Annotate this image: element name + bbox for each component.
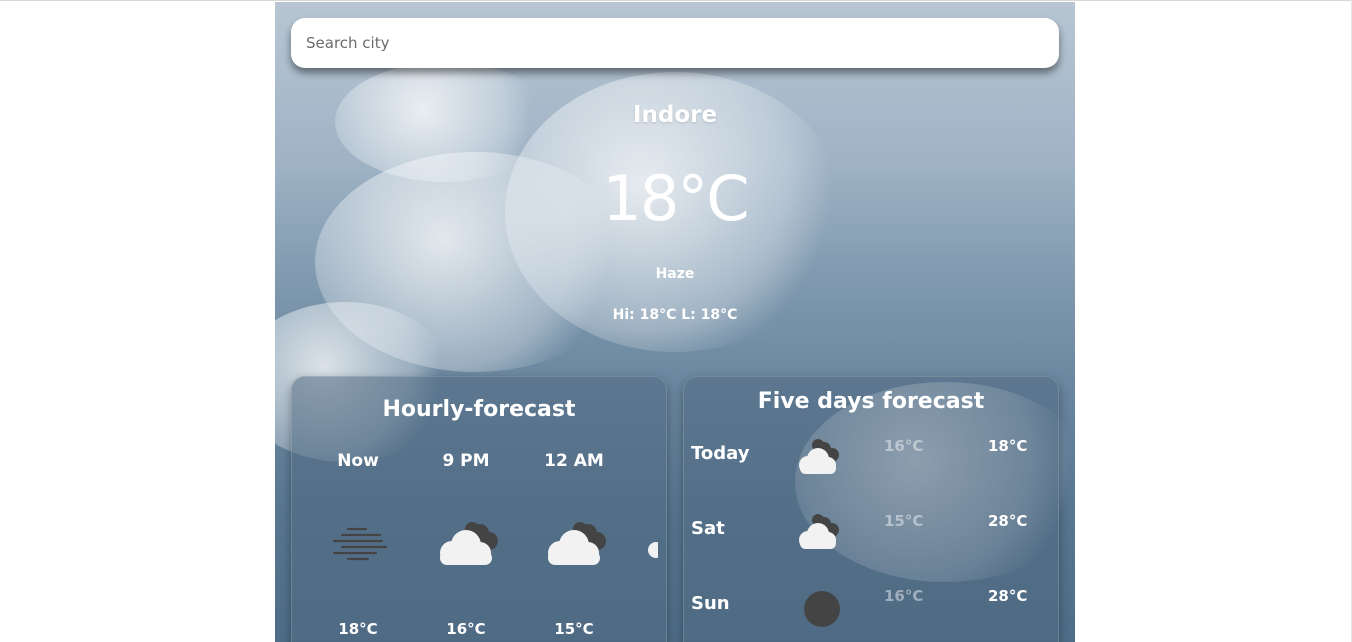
- daily-row: Today 16°C 18°C: [684, 437, 1058, 493]
- search-input[interactable]: [291, 18, 1061, 68]
- hour-temperature: 18°C: [338, 620, 378, 638]
- hour-temperature: 16°C: [446, 620, 486, 638]
- daily-row: Sun 16°C 28°C: [684, 587, 1058, 642]
- hourly-forecast-panel: Hourly-forecast Now 18°C 9 PM 16°C 12 AM…: [291, 376, 667, 642]
- day-high-temp: 28°C: [988, 587, 1028, 605]
- day-low-temp: 16°C: [884, 437, 924, 455]
- current-temperature: 18°C: [602, 162, 749, 235]
- day-name: Sun: [691, 593, 730, 614]
- hi-lo-temperature: Hi: 18°C L: 18°C: [612, 307, 738, 323]
- cloudy-icon: [788, 506, 848, 556]
- hour-time: 9 PM: [442, 451, 490, 471]
- top-border: [0, 0, 1352, 1]
- hour-temperature: 15°C: [554, 620, 594, 638]
- day-low-temp: 15°C: [884, 512, 924, 530]
- hour-time: Now: [337, 451, 379, 471]
- cloudy-night-icon: [520, 517, 628, 567]
- five-days-forecast-title: Five days forecast: [757, 389, 985, 414]
- cloudy-night-icon: [412, 517, 520, 567]
- moon-icon: [788, 581, 848, 631]
- day-name: Sat: [691, 518, 725, 539]
- daily-row: Sat 15°C 28°C: [684, 512, 1058, 568]
- search-box: [291, 18, 1061, 68]
- day-name: Today: [691, 443, 750, 464]
- weather-app: Indore 18°C Haze Hi: 18°C L: 18°C Hourly…: [275, 2, 1075, 642]
- day-low-temp: 16°C: [884, 587, 924, 605]
- cloudy-icon: [788, 431, 848, 481]
- city-name: Indore: [632, 102, 718, 128]
- day-high-temp: 18°C: [988, 437, 1028, 455]
- weather-condition: Haze: [655, 266, 695, 282]
- five-days-forecast-panel: Five days forecast Today 16°C 18°C Sat 1…: [683, 376, 1059, 642]
- haze-icon: [304, 517, 412, 567]
- partial-icon: [648, 542, 658, 562]
- hour-time: 12 AM: [544, 451, 604, 471]
- day-high-temp: 28°C: [988, 512, 1028, 530]
- hourly-forecast-title: Hourly-forecast: [382, 397, 576, 422]
